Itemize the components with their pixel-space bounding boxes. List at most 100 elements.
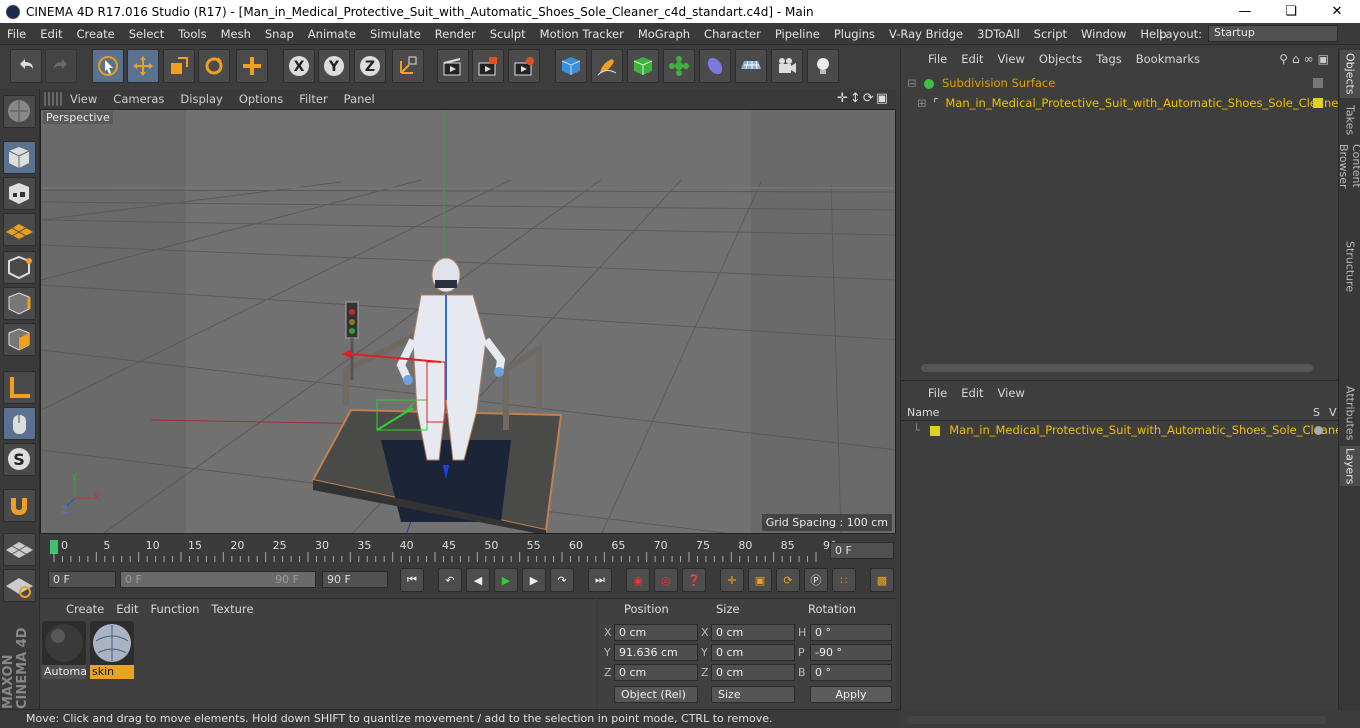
layer-row[interactable]: └ Man_in_Medical_Protective_Suit_with_Au…: [903, 421, 1347, 440]
lm-menu-file[interactable]: File: [921, 386, 954, 400]
position-x-field[interactable]: 0 cm: [614, 624, 698, 641]
workplane-mode-button[interactable]: [3, 213, 36, 246]
viewport-menu-display[interactable]: Display: [172, 92, 230, 106]
menu-mograph[interactable]: MoGraph: [631, 27, 697, 41]
tab-takes[interactable]: Takes: [1340, 102, 1360, 138]
viewport-menu-options[interactable]: Options: [231, 92, 291, 106]
record-keys-button[interactable]: ◉: [626, 568, 650, 592]
menu-edit[interactable]: Edit: [33, 27, 69, 41]
timeline-ruler[interactable]: 051015202530354045505560657075808590 0 F: [40, 536, 896, 566]
lm-menu-view[interactable]: View: [991, 386, 1032, 400]
redo-button[interactable]: [45, 49, 77, 83]
prev-key-button[interactable]: ↶: [438, 568, 462, 592]
layout-select[interactable]: Startup: [1208, 25, 1338, 42]
keyframe-selection-button[interactable]: ❓: [682, 568, 706, 592]
undo-button[interactable]: [10, 49, 42, 83]
floor-button[interactable]: [735, 49, 767, 83]
menu-window[interactable]: Window: [1074, 27, 1133, 41]
prev-frame-button[interactable]: ◀: [466, 568, 490, 592]
size-z-field[interactable]: 0 cm: [711, 664, 795, 681]
coordinate-system-button[interactable]: [392, 49, 424, 83]
menu-motion-tracker[interactable]: Motion Tracker: [533, 27, 631, 41]
menu-render[interactable]: Render: [428, 27, 483, 41]
tab-structure[interactable]: Structure: [1340, 240, 1360, 294]
autokey-button[interactable]: ◎: [654, 568, 678, 592]
menu-simulate[interactable]: Simulate: [363, 27, 428, 41]
y-axis-lock-button[interactable]: Y: [318, 49, 350, 83]
minimize-button[interactable]: —: [1222, 0, 1268, 23]
visibility-toggle[interactable]: [1313, 78, 1323, 88]
pen-spline-button[interactable]: [591, 49, 623, 83]
material-skin[interactable]: skin: [90, 621, 134, 679]
model-mode-button[interactable]: [3, 141, 36, 174]
snap-button[interactable]: S: [3, 443, 36, 476]
camera-button[interactable]: [771, 49, 803, 83]
end-frame-field[interactable]: 90 F: [322, 571, 388, 588]
points-mode-button[interactable]: [3, 251, 36, 284]
apply-button[interactable]: Apply: [810, 686, 892, 703]
menu-script[interactable]: Script: [1027, 27, 1074, 41]
material-automa[interactable]: Automa: [42, 621, 87, 679]
om-horizontal-scrollbar[interactable]: [921, 364, 1313, 372]
size-x-field[interactable]: 0 cm: [711, 624, 795, 641]
size-mode-select[interactable]: Size: [711, 686, 795, 703]
live-selection-tool[interactable]: [92, 49, 124, 83]
om-menu-file[interactable]: File: [921, 52, 954, 66]
om-menu-tags[interactable]: Tags: [1089, 52, 1128, 66]
menu-pipeline[interactable]: Pipeline: [768, 27, 827, 41]
tree-collapse-icon[interactable]: ⊟: [907, 76, 917, 90]
next-frame-button[interactable]: ▶: [522, 568, 546, 592]
start-frame-field[interactable]: 0 F: [48, 571, 116, 588]
perspective-viewport[interactable]: Y X Z Perspective Grid Spacing : 100 cm: [40, 109, 896, 534]
om-menu-view[interactable]: View: [991, 52, 1032, 66]
planar-workplane-button[interactable]: [3, 569, 36, 602]
menu-plugins[interactable]: Plugins: [827, 27, 882, 41]
viewport-nav-icons[interactable]: ✛↕⟳▣: [837, 91, 890, 106]
tree-expand-icon[interactable]: ⊞: [917, 96, 927, 110]
coordinate-mode-select[interactable]: Object (Rel): [614, 686, 698, 703]
key-pla-button[interactable]: ∷: [832, 568, 856, 592]
material-menu-edit[interactable]: Edit: [110, 602, 144, 616]
menu-file[interactable]: File: [0, 27, 33, 41]
z-axis-lock-button[interactable]: Z: [354, 49, 386, 83]
timeline-window-button[interactable]: ▩: [870, 568, 894, 592]
close-button[interactable]: ✕: [1314, 0, 1360, 23]
position-y-field[interactable]: 91.636 cm: [614, 644, 698, 661]
tab-attributes[interactable]: Attributes: [1340, 384, 1360, 442]
layer-color-swatch[interactable]: [929, 425, 940, 436]
key-position-button[interactable]: ✛: [720, 568, 744, 592]
viewport-menu-filter[interactable]: Filter: [291, 92, 335, 106]
goto-start-button[interactable]: ⏮: [400, 568, 424, 592]
viewport-menu-cameras[interactable]: Cameras: [105, 92, 172, 106]
om-menu-bookmarks[interactable]: Bookmarks: [1129, 52, 1207, 66]
tab-layers[interactable]: Layers: [1340, 446, 1360, 486]
tab-content-browser[interactable]: Content Browser: [1337, 144, 1360, 234]
layer-solo-toggle[interactable]: [1314, 426, 1323, 435]
lock-workplane-button[interactable]: [3, 533, 36, 566]
texture-mode-button[interactable]: [3, 177, 36, 210]
magnet-button[interactable]: [3, 489, 36, 522]
om-menu-objects[interactable]: Objects: [1032, 52, 1089, 66]
material-menu-texture[interactable]: Texture: [205, 602, 259, 616]
menu-snap[interactable]: Snap: [258, 27, 301, 41]
lm-horizontal-scrollbar[interactable]: [907, 716, 1327, 724]
add-cube-button[interactable]: [555, 49, 587, 83]
recent-tool[interactable]: [236, 49, 268, 83]
preview-range-slider[interactable]: 0 F 90 F: [120, 571, 316, 588]
rotate-tool[interactable]: [198, 49, 230, 83]
menu-sculpt[interactable]: Sculpt: [483, 27, 533, 41]
play-button[interactable]: ▶: [494, 568, 518, 592]
edges-mode-button[interactable]: [3, 287, 36, 320]
menu-character[interactable]: Character: [697, 27, 768, 41]
object-row-man-model[interactable]: ⊞ ⌜ Man_in_Medical_Protective_Suit_with_…: [903, 94, 1343, 113]
subdivision-surface-button[interactable]: [627, 49, 659, 83]
deformer-button[interactable]: [699, 49, 731, 83]
make-editable-button[interactable]: [3, 95, 36, 128]
menu-3dtoall[interactable]: 3DToAll: [970, 27, 1027, 41]
menu-create[interactable]: Create: [70, 27, 122, 41]
menu-vray-bridge[interactable]: V-Ray Bridge: [882, 27, 970, 41]
rotation-p-field[interactable]: -90 °: [810, 644, 892, 661]
render-settings-button[interactable]: [508, 49, 540, 83]
move-tool[interactable]: [127, 49, 159, 83]
viewport-menu-panel[interactable]: Panel: [336, 92, 383, 106]
